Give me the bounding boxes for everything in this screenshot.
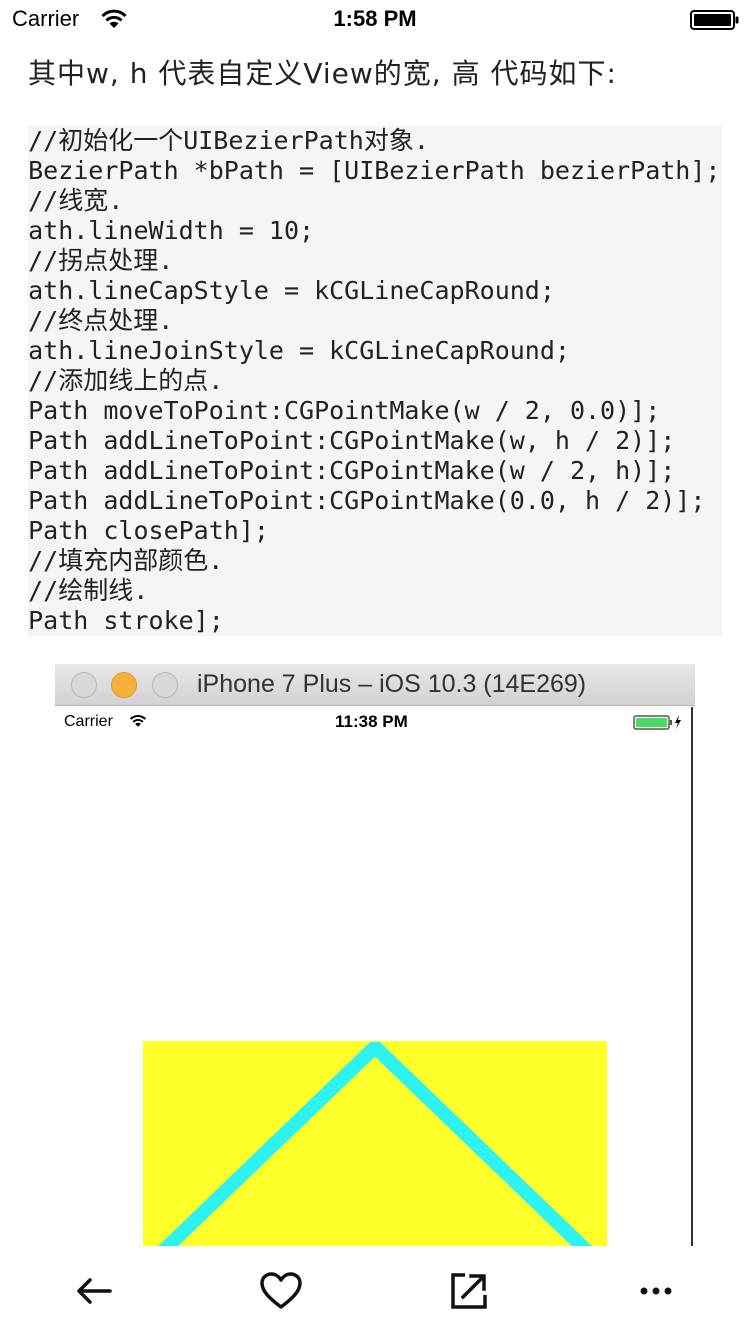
battery-icon [690, 10, 739, 30]
minimize-window-icon [111, 672, 137, 698]
share-icon [451, 1273, 487, 1309]
simulator-title-bar: iPhone 7 Plus – iOS 10.3 (14E269) [55, 664, 695, 706]
custom-view-background [143, 1041, 607, 1246]
code-line: //添加线上的点. [28, 366, 224, 395]
code-line: [bPath addLineToPoint:CGPointMake(w / 2,… [28, 456, 676, 485]
simulator-title: iPhone 7 Plus – iOS 10.3 (14E269) [197, 670, 587, 698]
code-line: //线宽. [28, 186, 124, 215]
simulator-screen: Carrier 11:38 PM [55, 707, 693, 1246]
sim-battery-icon [633, 715, 681, 730]
code-line: //填充内部颜色. [28, 546, 224, 575]
custom-view-canvas [143, 1041, 607, 1246]
code-block: //初始化一个UIBezierPath对象. UIBezierPath *bPa… [28, 126, 722, 636]
code-line: bPath.lineWidth = 10; [28, 216, 315, 245]
heart-icon [260, 1272, 302, 1309]
status-bar: Carrier 1:58 PM [0, 0, 750, 40]
code-line: UIBezierPath *bPath = [UIBezierPath bezi… [28, 156, 721, 185]
code-line: //拐点处理. [28, 246, 174, 275]
clock: 1:58 PM [333, 6, 417, 31]
zoom-window-icon [152, 672, 178, 698]
code-line: [bPath addLineToPoint:CGPointMake(w, h /… [28, 426, 676, 455]
sim-carrier-label: Carrier [64, 713, 113, 730]
share-button[interactable] [446, 1268, 492, 1314]
bottom-toolbar [0, 1246, 750, 1334]
sim-clock: 11:38 PM [335, 712, 408, 731]
more-icon [640, 1287, 672, 1295]
sim-wifi-icon [129, 715, 147, 727]
back-arrow-icon [77, 1278, 112, 1304]
code-line: //初始化一个UIBezierPath对象. [28, 126, 429, 155]
code-line: //终点处理. [28, 306, 174, 335]
code-line: [bPath stroke]; [28, 606, 224, 635]
code-line: //绘制线. [28, 576, 149, 605]
more-button[interactable] [633, 1268, 679, 1314]
article-intro-text: 其中w, h 代表自定义View的宽, 高 代码如下: [28, 57, 617, 90]
like-button[interactable] [258, 1268, 304, 1314]
code-line: bPath.lineCapStyle = kCGLineCapRound; [28, 276, 555, 305]
back-button[interactable] [71, 1268, 117, 1314]
simulator-screenshot: iPhone 7 Plus – iOS 10.3 (14E269) Carrie… [55, 664, 695, 1246]
code-line: [bPath moveToPoint:CGPointMake(w / 2, 0.… [28, 396, 661, 425]
code-line: bPath.lineJoinStyle = kCGLineCapRound; [28, 336, 570, 365]
code-line: [bPath addLineToPoint:CGPointMake(0.0, h… [28, 486, 706, 515]
code-line: [bPath closePath]; [28, 516, 269, 545]
code-content: //初始化一个UIBezierPath对象. UIBezierPath *bPa… [28, 126, 720, 636]
close-window-icon [71, 672, 97, 698]
